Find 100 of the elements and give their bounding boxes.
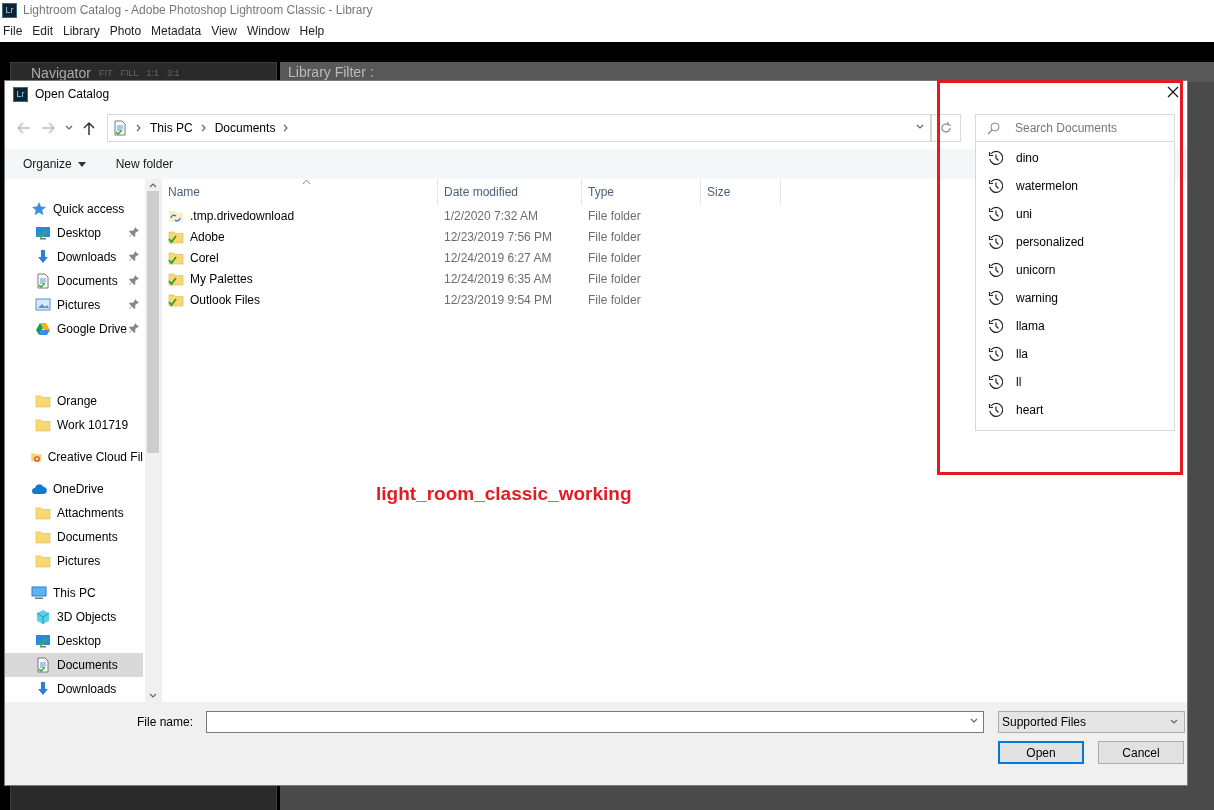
search-history-item[interactable]: personalized	[976, 228, 1174, 256]
pin-icon	[129, 227, 139, 237]
synced-folder-icon	[168, 291, 184, 308]
menu-item[interactable]: Help	[298, 24, 330, 38]
file-name-cell[interactable]: Corel	[162, 249, 438, 266]
search-history-item[interactable]: heart	[976, 396, 1174, 424]
history-icon	[988, 262, 1004, 278]
search-history-item[interactable]: watermelon	[976, 172, 1174, 200]
app-logo: Lr	[13, 86, 28, 102]
search-history-item[interactable]: uni	[976, 200, 1174, 228]
folder-icon	[35, 417, 51, 433]
menu-item[interactable]: Window	[245, 24, 295, 38]
address-bar[interactable]: This PC Documents	[107, 114, 931, 142]
nav-pane-item[interactable]: Work 101719	[5, 413, 143, 437]
file-name-cell[interactable]: .tmp.drivedownload	[162, 207, 438, 224]
nav-pane-item[interactable]: Documents	[5, 269, 143, 293]
menu-item[interactable]: Metadata	[150, 24, 207, 38]
nav-pane-item[interactable]: Downloads	[5, 245, 143, 269]
panel-title: Library Filter :	[288, 64, 374, 80]
document-icon	[35, 273, 51, 289]
nav-pane-item[interactable]: Attachments	[5, 501, 143, 525]
download-icon	[35, 681, 51, 697]
file-name-field[interactable]	[206, 711, 984, 733]
scrollbar[interactable]	[145, 179, 161, 702]
dialog-title: Open Catalog	[35, 87, 110, 101]
pictures-icon	[35, 297, 51, 313]
caret-icon	[65, 124, 73, 132]
nav-pane-item[interactable]: Pictures	[5, 293, 143, 317]
date-cell-text: 12/23/2019 7:56 PM	[443, 229, 554, 244]
nav-pane-item[interactable]: Desktop	[5, 629, 143, 653]
column-header[interactable]: Size	[701, 179, 781, 205]
folder-icon	[35, 529, 51, 545]
open-button[interactable]: Open	[998, 741, 1084, 764]
column-header[interactable]: Name	[162, 179, 438, 205]
history-icon	[988, 206, 1004, 222]
menu-item[interactable]: File	[2, 24, 28, 38]
file-name-cell[interactable]: My Palettes	[162, 270, 438, 287]
nav-pane-item[interactable]: Desktop	[5, 221, 143, 245]
annotation-label: light_room_classic_working	[376, 483, 632, 505]
up-button[interactable]	[81, 119, 97, 137]
cloud-icon	[31, 481, 47, 497]
search-history-item[interactable]: lla	[976, 340, 1174, 368]
synced-folder-icon	[168, 249, 184, 266]
search-history-item[interactable]: unicorn	[976, 256, 1174, 284]
caret-icon	[970, 717, 978, 725]
menu-item[interactable]: Photo	[108, 24, 147, 38]
search-history-item[interactable]: warning	[976, 284, 1174, 312]
menu-item[interactable]: Library	[62, 24, 105, 38]
document-icon	[35, 657, 51, 673]
pin-icon	[129, 251, 139, 261]
file-type-dropdown[interactable]: Supported Files	[998, 711, 1185, 733]
search-history-item[interactable]: dino	[976, 144, 1174, 172]
pin-icon	[129, 299, 139, 309]
caret-icon	[916, 123, 924, 131]
file-name-cell[interactable]: Outlook Files	[162, 291, 438, 308]
nav-pane-item[interactable]: Documents	[5, 525, 143, 549]
desktop-icon	[35, 633, 51, 649]
nav-pane-item[interactable]: Downloads	[5, 677, 143, 701]
type-cell-text: File folder	[587, 208, 642, 223]
search-history-item[interactable]: ll	[976, 368, 1174, 396]
search-icon	[987, 122, 1000, 135]
column-header[interactable]: Date modified	[438, 179, 582, 205]
search-history-item[interactable]: llama	[976, 312, 1174, 340]
chevron-icon	[199, 124, 208, 132]
breadcrumb-item[interactable]: This PC	[150, 121, 193, 135]
address-dropdown-button[interactable]	[916, 123, 924, 131]
refresh-icon	[940, 122, 952, 134]
close-button[interactable]	[1165, 84, 1181, 100]
file-name-label: File name:	[135, 715, 193, 729]
desktop-icon	[35, 225, 51, 241]
scroll-thumb[interactable]	[147, 191, 159, 453]
nav-pane-item[interactable]: Orange	[5, 389, 143, 413]
new-folder-button[interactable]: New folder	[115, 157, 174, 171]
column-header[interactable]: Type	[582, 179, 701, 205]
menu-item[interactable]: Edit	[31, 24, 59, 38]
nav-pane-item[interactable]: Pictures	[5, 549, 143, 573]
drive-icon	[35, 321, 51, 337]
caret-icon	[1170, 718, 1178, 726]
cube-icon	[35, 609, 51, 625]
menu-item[interactable]: View	[210, 24, 242, 38]
history-icon	[988, 346, 1004, 362]
date-cell-text: 12/23/2019 9:54 PM	[443, 292, 554, 307]
pin-icon	[129, 323, 139, 333]
breadcrumb-item[interactable]: Documents	[214, 121, 276, 135]
file-name-cell[interactable]: Adobe	[162, 228, 438, 245]
history-icon	[988, 150, 1004, 166]
nav-pane-item[interactable]: 3D Objects	[5, 605, 143, 629]
history-icon	[988, 318, 1004, 334]
type-cell-text: File folder	[587, 292, 642, 307]
document-icon	[112, 120, 128, 136]
cancel-button[interactable]: Cancel	[1098, 741, 1184, 764]
history-icon	[988, 234, 1004, 250]
close-icon	[1167, 86, 1179, 98]
synced-folder-icon	[168, 228, 184, 245]
date-cell-text: 12/24/2019 6:27 AM	[443, 250, 553, 265]
organize-button[interactable]: Organize	[23, 157, 86, 171]
nav-pane-item[interactable]: Documents	[5, 653, 143, 677]
nav-pane-item[interactable]: Google Drive	[5, 317, 143, 341]
search-field[interactable]: Search Documents	[975, 114, 1175, 142]
download-icon	[35, 249, 51, 265]
